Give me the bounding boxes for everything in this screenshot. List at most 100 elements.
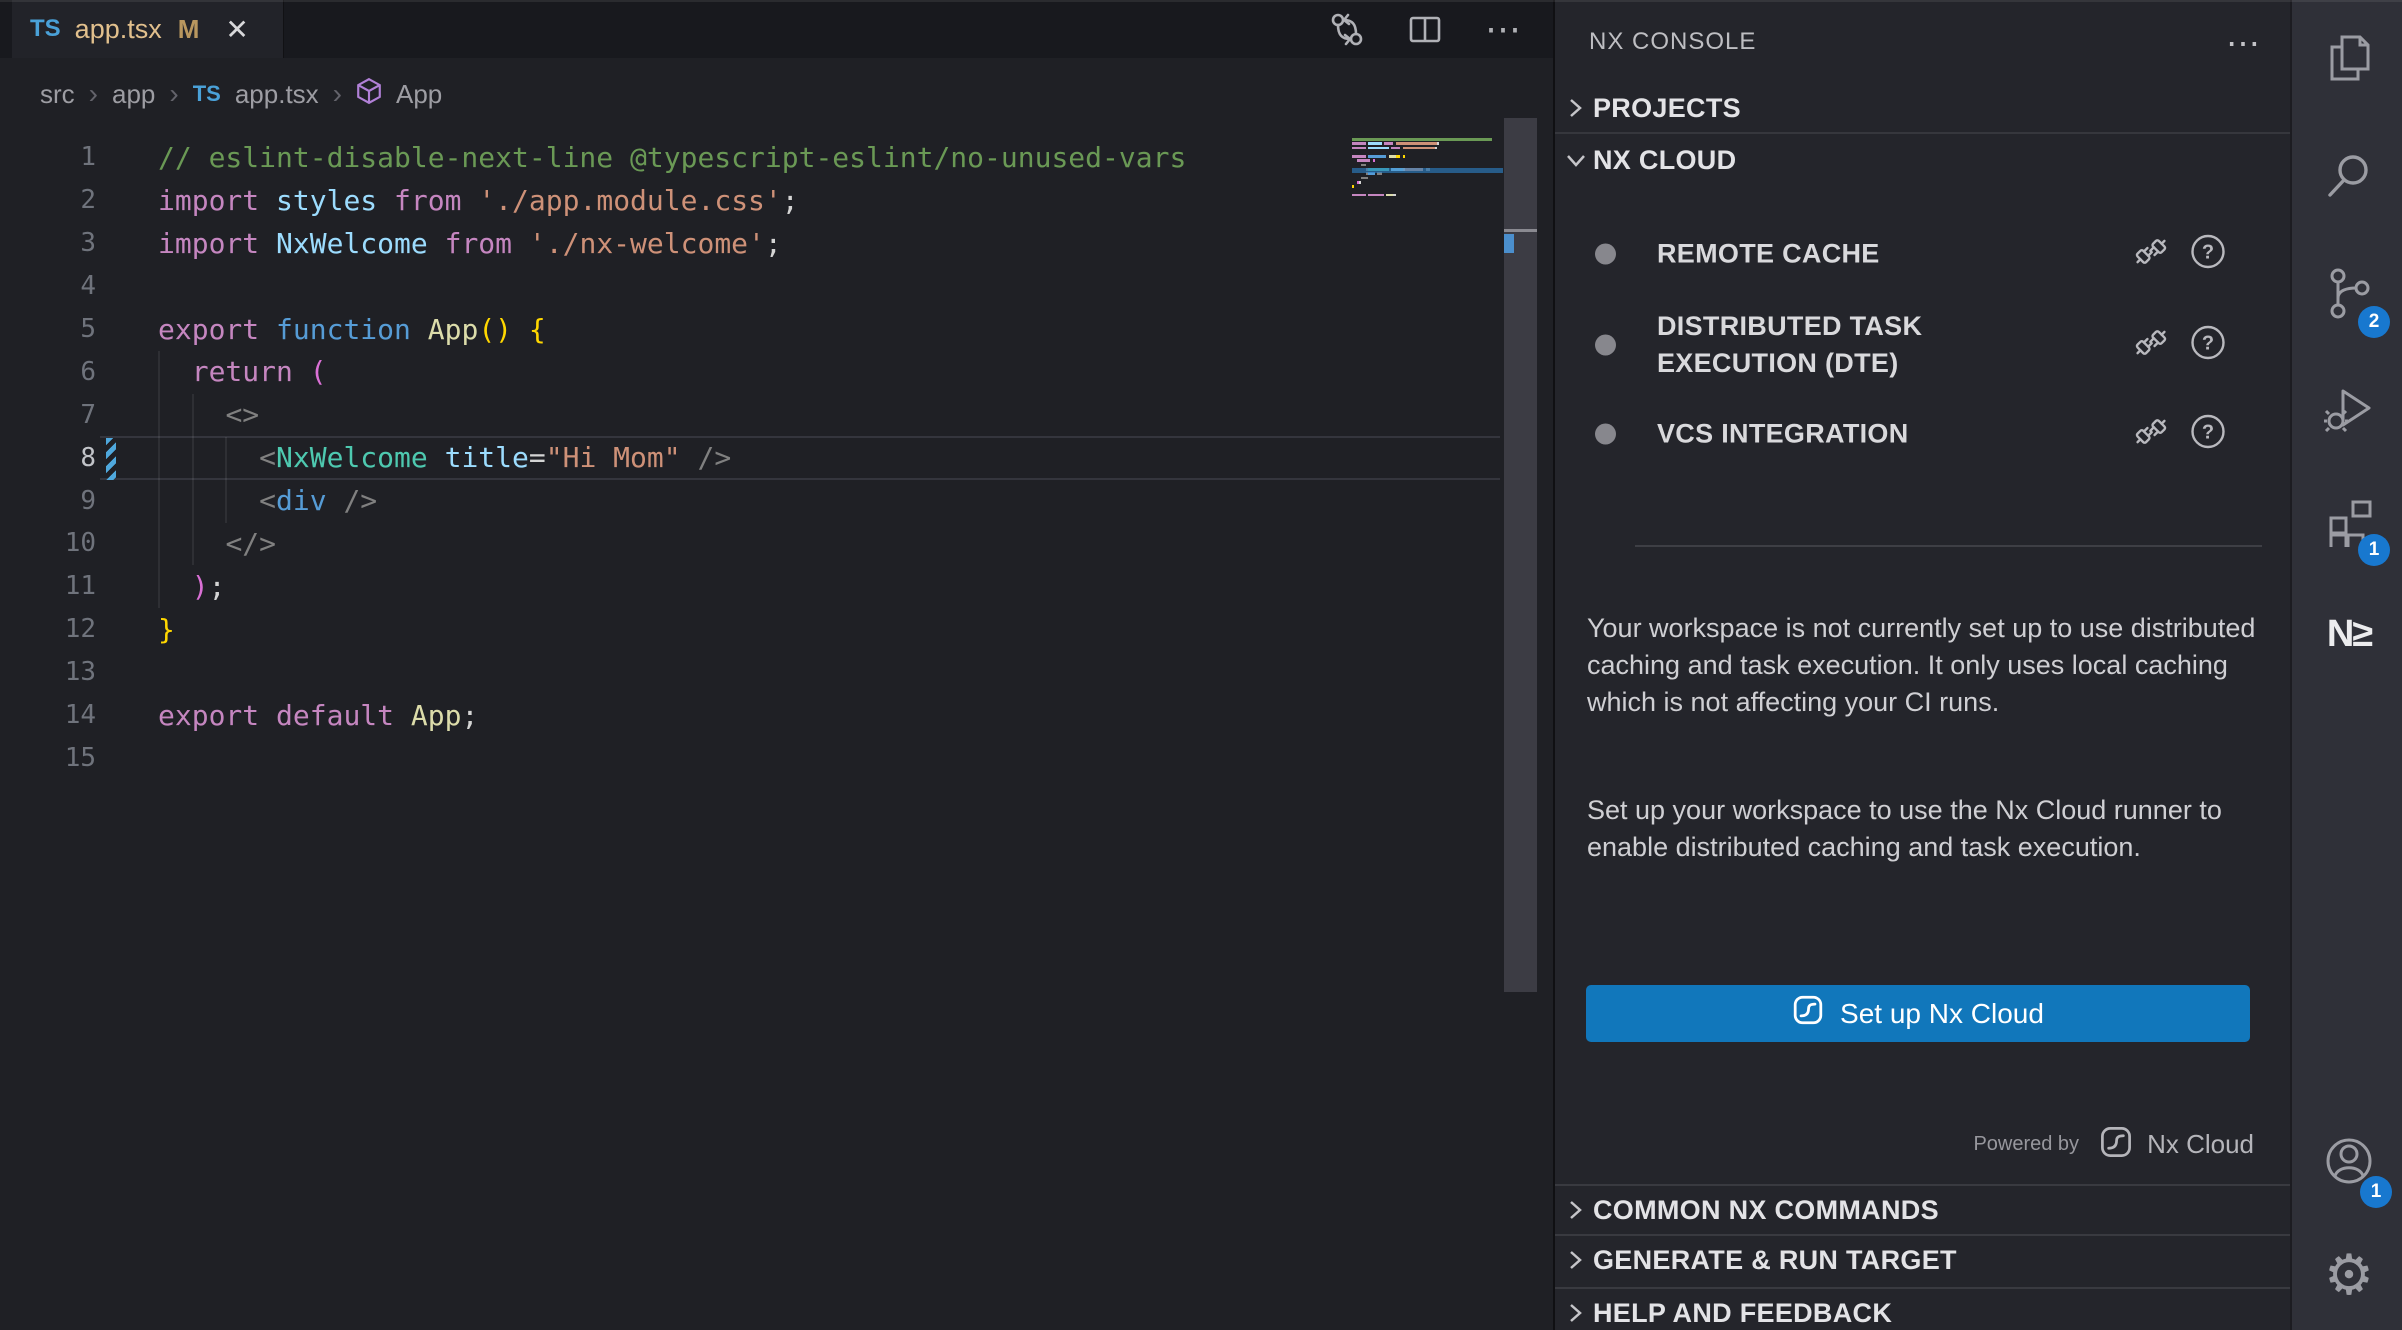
setup-instruction-text: Set up your workspace to use the Nx Clou…: [1587, 792, 2267, 866]
code-token: />: [343, 484, 377, 517]
code-line[interactable]: 15: [0, 736, 1553, 779]
code-line[interactable]: 8 <NxWelcome title="Hi Mom" />: [0, 436, 1553, 479]
open-changes-icon[interactable]: [1329, 11, 1365, 47]
code-line[interactable]: 9 <div />: [0, 479, 1553, 522]
help-icon[interactable]: ?: [2189, 413, 2227, 456]
line-number[interactable]: 11: [0, 571, 96, 601]
code-token: [259, 184, 276, 217]
minimap-current-line: [1352, 168, 1503, 173]
connect-icon[interactable]: [2132, 233, 2170, 276]
connect-icon[interactable]: [2132, 324, 2170, 367]
code-line[interactable]: 11 );: [0, 565, 1553, 608]
line-number[interactable]: 2: [0, 185, 96, 215]
line-number[interactable]: 8: [0, 443, 96, 473]
section-projects[interactable]: PROJECTS: [1555, 84, 2290, 134]
line-number[interactable]: 13: [0, 657, 96, 687]
code-line[interactable]: 1 // eslint-disable-next-line @typescript…: [0, 136, 1553, 179]
code-token: App: [428, 313, 479, 346]
chevron-right-icon: [1565, 1249, 1591, 1271]
breadcrumb-symbol[interactable]: App: [396, 79, 442, 110]
code-token: [158, 441, 259, 474]
code-lines: 1 // eslint-disable-next-line @typescript…: [0, 136, 1553, 779]
setup-nx-cloud-button[interactable]: Set up Nx Cloud: [1586, 985, 2250, 1042]
code-token: // eslint-disable-next-line @typescript-…: [158, 141, 1186, 174]
panel-header: NX CONSOLE ⋯: [1555, 0, 2290, 66]
code-token: return: [192, 355, 293, 388]
split-editor-icon[interactable]: [1407, 11, 1443, 47]
code-token: ;: [461, 699, 478, 732]
code-text: export function App() {: [96, 313, 546, 346]
code-token: div: [276, 484, 327, 517]
code-token: NxWelcome: [276, 227, 428, 260]
code-token: =: [529, 441, 546, 474]
code-token: ;: [782, 184, 799, 217]
code-text: // eslint-disable-next-line @typescript-…: [96, 141, 1186, 174]
code-line[interactable]: 7 <>: [0, 393, 1553, 436]
code-line[interactable]: 6 return (: [0, 350, 1553, 393]
line-number[interactable]: 15: [0, 743, 96, 773]
section-nx-cloud[interactable]: NX CLOUD: [1555, 136, 2290, 184]
section-common-nx-commands[interactable]: COMMON NX COMMANDS: [1555, 1184, 2290, 1234]
tab-app-tsx[interactable]: TS app.tsx M ✕: [12, 0, 284, 58]
explorer-icon[interactable]: [2322, 31, 2376, 85]
panel-title: NX CONSOLE: [1589, 28, 1756, 56]
code-editor[interactable]: 1 // eslint-disable-next-line @typescript…: [0, 136, 1553, 779]
close-tab-icon[interactable]: ✕: [225, 13, 248, 46]
code-line[interactable]: 2import styles from './app.module.css';: [0, 179, 1553, 222]
code-token: (): [478, 313, 512, 346]
section-help-and-feedback[interactable]: HELP AND FEEDBACK: [1555, 1287, 2290, 1330]
line-number[interactable]: 6: [0, 357, 96, 387]
section-generate-run-target[interactable]: GENERATE & RUN TARGET: [1555, 1234, 2290, 1284]
panel-more-actions-icon[interactable]: ⋯: [2226, 24, 2260, 64]
help-icon[interactable]: ?: [2189, 233, 2227, 276]
line-number[interactable]: 9: [0, 486, 96, 516]
code-line[interactable]: 14export default App;: [0, 694, 1553, 737]
minimap[interactable]: [1352, 138, 1503, 202]
line-number[interactable]: 1: [0, 142, 96, 172]
modified-lines-gutter-marker: [106, 438, 116, 480]
help-icon[interactable]: ?: [2189, 324, 2227, 367]
code-line[interactable]: 13: [0, 651, 1553, 694]
breadcrumb-file[interactable]: app.tsx: [235, 79, 319, 110]
code-line[interactable]: 10 </>: [0, 522, 1553, 565]
line-number[interactable]: 3: [0, 228, 96, 258]
code-token: (: [310, 355, 327, 388]
code-line[interactable]: 4: [0, 265, 1553, 308]
editor-scrollbar[interactable]: [1504, 118, 1537, 992]
svg-text:?: ?: [2202, 242, 2214, 264]
breadcrumb-folder[interactable]: src: [40, 79, 75, 110]
feature-label: REMOTE CACHE: [1657, 236, 2037, 273]
code-token: from: [394, 184, 461, 217]
code-token: [158, 527, 225, 560]
line-number[interactable]: 4: [0, 271, 96, 301]
code-line[interactable]: 3import NxWelcome from './nx-welcome';: [0, 222, 1553, 265]
line-number[interactable]: 12: [0, 614, 96, 644]
line-number[interactable]: 5: [0, 314, 96, 344]
search-icon[interactable]: [2322, 149, 2376, 203]
line-number[interactable]: 7: [0, 400, 96, 430]
line-number[interactable]: 10: [0, 528, 96, 558]
code-token: export: [158, 313, 259, 346]
code-line[interactable]: 5export function App() {: [0, 308, 1553, 351]
breadcrumb-folder[interactable]: app: [112, 79, 155, 110]
svg-text:?: ?: [2202, 422, 2214, 444]
modified-overview-marker: [1504, 234, 1514, 253]
gear-glyph: ⚙: [2324, 1247, 2374, 1303]
account-badge: 1: [2360, 1176, 2392, 1208]
code-token: import: [158, 227, 259, 260]
nx-console-icon[interactable]: N≥: [2322, 607, 2376, 661]
code-token: NxWelcome: [276, 441, 428, 474]
code-token: import: [158, 184, 259, 217]
feature-distributed-task-execution: DISTRIBUTED TASK EXECUTION (DTE) ?: [1555, 302, 2290, 388]
line-number[interactable]: 14: [0, 700, 96, 730]
code-token: [158, 398, 225, 431]
code-token: [293, 355, 310, 388]
connect-icon[interactable]: [2132, 413, 2170, 456]
status-dot-icon: [1595, 244, 1616, 265]
git-modified-indicator: M: [178, 14, 200, 45]
code-text: <NxWelcome title="Hi Mom" />: [96, 441, 731, 474]
run-debug-icon[interactable]: [2322, 380, 2376, 434]
code-token: title: [445, 441, 529, 474]
code-line[interactable]: 12}: [0, 608, 1553, 651]
settings-gear-icon[interactable]: ⚙: [2322, 1248, 2376, 1302]
